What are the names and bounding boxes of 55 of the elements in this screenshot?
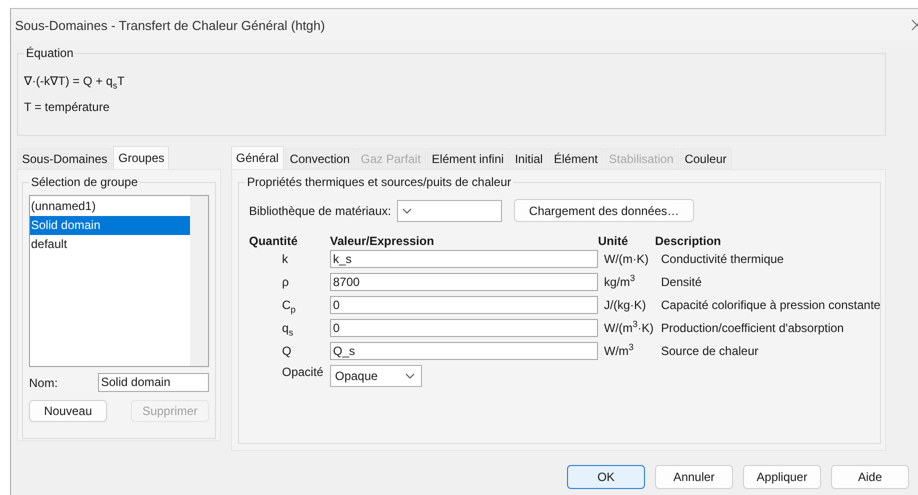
material-dropdown[interactable] [397,200,502,222]
list-item[interactable]: (unnamed1) [30,197,190,216]
action-button[interactable]: Nouveau [29,400,107,422]
quantity-symbol: q$_{s}$ [282,321,294,335]
field-label: Opacité [282,365,324,379]
opacity-dropdown[interactable]: Opaque [330,365,422,387]
column-header: Quantité [249,234,299,248]
field-label: Bibliothèque de matériaux: [249,204,392,218]
description: Production/coefficient d'absorption [661,321,844,335]
description: Conductivité thermique [661,252,784,266]
value-field[interactable]: Q_s [330,342,598,360]
unit: W/(m$^{3}$·K) [604,321,654,335]
dropdown-caret-icon [405,373,415,379]
quantity-symbol: Q [282,344,292,358]
group-label: Sélection de groupe [29,175,140,189]
group-label: Propriétés thermiques et sources/puits de chaleur [245,175,514,189]
description: Source de chaleur [661,344,758,358]
unit: W/m$^{3}$ [604,344,634,358]
quantity-symbol: ρ [282,275,289,289]
tab[interactable]: Élément [548,148,603,169]
unit: J/(kg·K) [604,298,646,312]
dialog-button[interactable]: Annuler [655,465,733,489]
description: Densité [661,275,702,289]
tab[interactable]: Couleur [680,148,732,169]
name-field[interactable]: Solid domain [98,373,209,392]
window-title: Sous-Domaines - Transfert de Chaleur Général (htgh) [15,18,325,32]
list-item[interactable]: Solid domain [30,216,190,235]
tab[interactable]: Initial [510,148,548,169]
dialog-button[interactable]: Aide [831,465,909,489]
unit: W/(m·K) [604,252,649,266]
list-item[interactable]: default [30,235,190,254]
unit: kg/m$^{3}$ [604,275,636,289]
column-header: Description [655,234,722,248]
tab[interactable]: Elément infini [426,148,509,169]
quantity-symbol: C$_{p}$ [282,298,296,312]
column-header: Valeur/Expression [330,234,436,248]
quantity-symbol: k [282,252,288,266]
variable-definition: T = température [24,100,110,114]
column-header: Unité [598,234,629,248]
tab[interactable]: Sous-Domaines [17,148,112,169]
equation-formula: ∇·(-k∇T) = Q + q$_{s}$T [24,74,125,88]
dropdown-caret-icon [402,208,412,214]
tab[interactable]: Groupes [113,146,170,169]
value-field[interactable]: 0 [330,319,598,337]
description: Capacité colorifique à pression constante [661,298,880,312]
tab[interactable]: Général [231,146,284,169]
load-data-button[interactable]: Chargement des données… [514,199,694,222]
value-field[interactable]: 8700 [330,273,598,291]
value-field[interactable]: k_s [330,250,598,268]
dialog-button[interactable]: OK [567,465,645,489]
dialog-button[interactable]: Appliquer [743,465,821,489]
group-label: Équation [24,46,76,60]
field-label: Nom: [29,376,58,390]
tab[interactable]: Convection [284,148,355,169]
value-field[interactable]: 0 [330,296,598,314]
